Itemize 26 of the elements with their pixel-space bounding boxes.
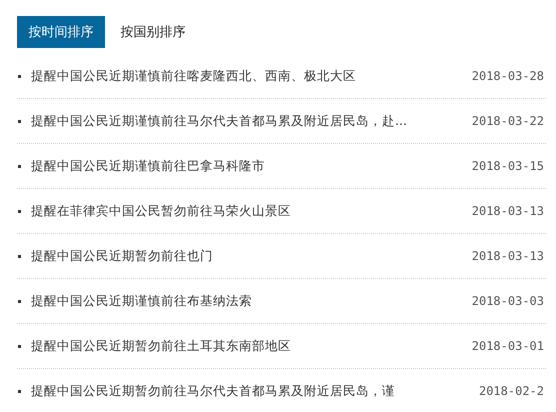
news-link[interactable]: 提醒中国公民近期谨慎前往巴拿马科隆市: [31, 158, 464, 174]
news-link[interactable]: 提醒中国公民近期谨慎前往马尔代夫首都马累及附近居民岛，赴...: [31, 112, 464, 130]
news-date: 2018-03-13: [472, 204, 544, 218]
sort-tab[interactable]: 按国别排序: [105, 16, 201, 48]
news-date: 2018-03-13: [472, 249, 544, 263]
news-date: 2018-02-2: [478, 384, 544, 398]
news-link[interactable]: 提醒中国公民近期谨慎前往喀麦隆西北、西南、极北大区: [31, 68, 464, 84]
news-link[interactable]: 提醒中国公民近期暂勿前往也门: [31, 248, 464, 264]
news-date: 2018-03-01: [472, 339, 544, 353]
news-date: 2018-03-15: [472, 159, 544, 173]
sort-tab[interactable]: 按时间排序: [17, 16, 105, 48]
bullet-icon: [18, 390, 21, 392]
news-date: 2018-03-03: [472, 294, 544, 308]
bullet-icon: [18, 300, 21, 302]
news-link[interactable]: 提醒中国公民近期谨慎前往布基纳法索: [31, 292, 464, 310]
bullet-icon: [18, 210, 21, 212]
news-date: 2018-03-22: [472, 114, 544, 128]
bullet-icon: [18, 164, 21, 168]
bullet-icon: [18, 344, 21, 348]
bullet-icon: [18, 120, 21, 122]
news-link[interactable]: 提醒中国公民近期暂勿前往马尔代夫首都马累及附近居民岛，谨: [31, 382, 471, 400]
bullet-icon: [18, 254, 21, 258]
news-link[interactable]: 提醒在菲律宾中国公民暂勿前往马荣火山景区: [31, 202, 464, 220]
news-link[interactable]: 提醒中国公民近期暂勿前往土耳其东南部地区: [31, 338, 464, 354]
bullet-icon: [18, 74, 21, 78]
news-date: 2018-03-28: [472, 69, 544, 83]
